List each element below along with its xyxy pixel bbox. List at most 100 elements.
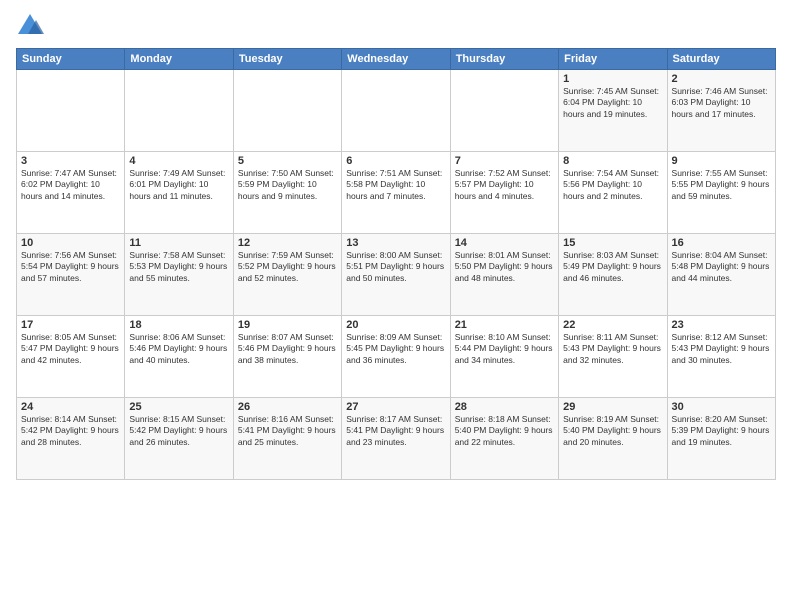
day-cell: 27Sunrise: 8:17 AM Sunset: 5:41 PM Dayli… bbox=[342, 398, 450, 480]
day-info: Sunrise: 8:05 AM Sunset: 5:47 PM Dayligh… bbox=[21, 332, 120, 366]
day-info: Sunrise: 7:47 AM Sunset: 6:02 PM Dayligh… bbox=[21, 168, 120, 202]
day-cell: 29Sunrise: 8:19 AM Sunset: 5:40 PM Dayli… bbox=[559, 398, 667, 480]
day-info: Sunrise: 7:52 AM Sunset: 5:57 PM Dayligh… bbox=[455, 168, 554, 202]
day-cell: 26Sunrise: 8:16 AM Sunset: 5:41 PM Dayli… bbox=[233, 398, 341, 480]
page: SundayMondayTuesdayWednesdayThursdayFrid… bbox=[0, 0, 792, 612]
day-info: Sunrise: 7:54 AM Sunset: 5:56 PM Dayligh… bbox=[563, 168, 662, 202]
day-number: 7 bbox=[455, 155, 554, 167]
day-number: 30 bbox=[672, 401, 771, 413]
day-info: Sunrise: 8:04 AM Sunset: 5:48 PM Dayligh… bbox=[672, 250, 771, 284]
day-number: 2 bbox=[672, 73, 771, 85]
day-number: 25 bbox=[129, 401, 228, 413]
day-cell: 15Sunrise: 8:03 AM Sunset: 5:49 PM Dayli… bbox=[559, 234, 667, 316]
day-cell: 16Sunrise: 8:04 AM Sunset: 5:48 PM Dayli… bbox=[667, 234, 775, 316]
day-info: Sunrise: 7:59 AM Sunset: 5:52 PM Dayligh… bbox=[238, 250, 337, 284]
day-info: Sunrise: 7:55 AM Sunset: 5:55 PM Dayligh… bbox=[672, 168, 771, 202]
day-cell: 5Sunrise: 7:50 AM Sunset: 5:59 PM Daylig… bbox=[233, 152, 341, 234]
day-info: Sunrise: 8:14 AM Sunset: 5:42 PM Dayligh… bbox=[21, 414, 120, 448]
day-number: 18 bbox=[129, 319, 228, 331]
day-cell: 17Sunrise: 8:05 AM Sunset: 5:47 PM Dayli… bbox=[17, 316, 125, 398]
day-cell: 20Sunrise: 8:09 AM Sunset: 5:45 PM Dayli… bbox=[342, 316, 450, 398]
day-info: Sunrise: 8:15 AM Sunset: 5:42 PM Dayligh… bbox=[129, 414, 228, 448]
day-info: Sunrise: 8:16 AM Sunset: 5:41 PM Dayligh… bbox=[238, 414, 337, 448]
column-header-wednesday: Wednesday bbox=[342, 49, 450, 70]
day-cell bbox=[125, 70, 233, 152]
day-cell bbox=[17, 70, 125, 152]
day-cell: 9Sunrise: 7:55 AM Sunset: 5:55 PM Daylig… bbox=[667, 152, 775, 234]
day-number: 10 bbox=[21, 237, 120, 249]
day-info: Sunrise: 8:09 AM Sunset: 5:45 PM Dayligh… bbox=[346, 332, 445, 366]
week-row-3: 10Sunrise: 7:56 AM Sunset: 5:54 PM Dayli… bbox=[17, 234, 776, 316]
day-number: 23 bbox=[672, 319, 771, 331]
logo bbox=[16, 12, 48, 40]
day-number: 13 bbox=[346, 237, 445, 249]
day-info: Sunrise: 8:00 AM Sunset: 5:51 PM Dayligh… bbox=[346, 250, 445, 284]
day-cell: 6Sunrise: 7:51 AM Sunset: 5:58 PM Daylig… bbox=[342, 152, 450, 234]
day-info: Sunrise: 8:19 AM Sunset: 5:40 PM Dayligh… bbox=[563, 414, 662, 448]
day-info: Sunrise: 7:51 AM Sunset: 5:58 PM Dayligh… bbox=[346, 168, 445, 202]
day-number: 24 bbox=[21, 401, 120, 413]
day-cell: 23Sunrise: 8:12 AM Sunset: 5:43 PM Dayli… bbox=[667, 316, 775, 398]
day-info: Sunrise: 8:03 AM Sunset: 5:49 PM Dayligh… bbox=[563, 250, 662, 284]
day-number: 29 bbox=[563, 401, 662, 413]
column-header-sunday: Sunday bbox=[17, 49, 125, 70]
day-number: 11 bbox=[129, 237, 228, 249]
day-info: Sunrise: 8:11 AM Sunset: 5:43 PM Dayligh… bbox=[563, 332, 662, 366]
day-cell: 22Sunrise: 8:11 AM Sunset: 5:43 PM Dayli… bbox=[559, 316, 667, 398]
day-number: 3 bbox=[21, 155, 120, 167]
day-cell: 12Sunrise: 7:59 AM Sunset: 5:52 PM Dayli… bbox=[233, 234, 341, 316]
day-cell: 25Sunrise: 8:15 AM Sunset: 5:42 PM Dayli… bbox=[125, 398, 233, 480]
day-cell: 1Sunrise: 7:45 AM Sunset: 6:04 PM Daylig… bbox=[559, 70, 667, 152]
day-number: 14 bbox=[455, 237, 554, 249]
day-cell: 14Sunrise: 8:01 AM Sunset: 5:50 PM Dayli… bbox=[450, 234, 558, 316]
day-info: Sunrise: 8:10 AM Sunset: 5:44 PM Dayligh… bbox=[455, 332, 554, 366]
week-row-5: 24Sunrise: 8:14 AM Sunset: 5:42 PM Dayli… bbox=[17, 398, 776, 480]
week-row-4: 17Sunrise: 8:05 AM Sunset: 5:47 PM Dayli… bbox=[17, 316, 776, 398]
day-number: 4 bbox=[129, 155, 228, 167]
day-cell: 19Sunrise: 8:07 AM Sunset: 5:46 PM Dayli… bbox=[233, 316, 341, 398]
day-number: 19 bbox=[238, 319, 337, 331]
column-header-tuesday: Tuesday bbox=[233, 49, 341, 70]
week-row-1: 1Sunrise: 7:45 AM Sunset: 6:04 PM Daylig… bbox=[17, 70, 776, 152]
day-number: 16 bbox=[672, 237, 771, 249]
day-cell: 10Sunrise: 7:56 AM Sunset: 5:54 PM Dayli… bbox=[17, 234, 125, 316]
day-cell: 24Sunrise: 8:14 AM Sunset: 5:42 PM Dayli… bbox=[17, 398, 125, 480]
day-number: 21 bbox=[455, 319, 554, 331]
day-number: 5 bbox=[238, 155, 337, 167]
day-info: Sunrise: 7:45 AM Sunset: 6:04 PM Dayligh… bbox=[563, 86, 662, 120]
day-number: 15 bbox=[563, 237, 662, 249]
day-cell: 21Sunrise: 8:10 AM Sunset: 5:44 PM Dayli… bbox=[450, 316, 558, 398]
day-number: 28 bbox=[455, 401, 554, 413]
day-info: Sunrise: 8:12 AM Sunset: 5:43 PM Dayligh… bbox=[672, 332, 771, 366]
day-number: 27 bbox=[346, 401, 445, 413]
day-cell: 13Sunrise: 8:00 AM Sunset: 5:51 PM Dayli… bbox=[342, 234, 450, 316]
day-info: Sunrise: 8:01 AM Sunset: 5:50 PM Dayligh… bbox=[455, 250, 554, 284]
logo-icon bbox=[16, 12, 44, 40]
day-info: Sunrise: 8:06 AM Sunset: 5:46 PM Dayligh… bbox=[129, 332, 228, 366]
day-number: 6 bbox=[346, 155, 445, 167]
column-header-saturday: Saturday bbox=[667, 49, 775, 70]
day-info: Sunrise: 8:07 AM Sunset: 5:46 PM Dayligh… bbox=[238, 332, 337, 366]
day-cell bbox=[342, 70, 450, 152]
day-info: Sunrise: 8:18 AM Sunset: 5:40 PM Dayligh… bbox=[455, 414, 554, 448]
day-number: 26 bbox=[238, 401, 337, 413]
column-header-thursday: Thursday bbox=[450, 49, 558, 70]
day-cell: 2Sunrise: 7:46 AM Sunset: 6:03 PM Daylig… bbox=[667, 70, 775, 152]
day-number: 17 bbox=[21, 319, 120, 331]
column-header-monday: Monday bbox=[125, 49, 233, 70]
day-cell: 30Sunrise: 8:20 AM Sunset: 5:39 PM Dayli… bbox=[667, 398, 775, 480]
day-info: Sunrise: 7:46 AM Sunset: 6:03 PM Dayligh… bbox=[672, 86, 771, 120]
week-row-2: 3Sunrise: 7:47 AM Sunset: 6:02 PM Daylig… bbox=[17, 152, 776, 234]
day-cell: 4Sunrise: 7:49 AM Sunset: 6:01 PM Daylig… bbox=[125, 152, 233, 234]
day-cell: 11Sunrise: 7:58 AM Sunset: 5:53 PM Dayli… bbox=[125, 234, 233, 316]
day-cell: 7Sunrise: 7:52 AM Sunset: 5:57 PM Daylig… bbox=[450, 152, 558, 234]
day-cell: 18Sunrise: 8:06 AM Sunset: 5:46 PM Dayli… bbox=[125, 316, 233, 398]
day-number: 22 bbox=[563, 319, 662, 331]
day-cell: 3Sunrise: 7:47 AM Sunset: 6:02 PM Daylig… bbox=[17, 152, 125, 234]
day-number: 9 bbox=[672, 155, 771, 167]
day-number: 8 bbox=[563, 155, 662, 167]
day-info: Sunrise: 7:56 AM Sunset: 5:54 PM Dayligh… bbox=[21, 250, 120, 284]
column-header-friday: Friday bbox=[559, 49, 667, 70]
day-info: Sunrise: 8:17 AM Sunset: 5:41 PM Dayligh… bbox=[346, 414, 445, 448]
day-number: 20 bbox=[346, 319, 445, 331]
